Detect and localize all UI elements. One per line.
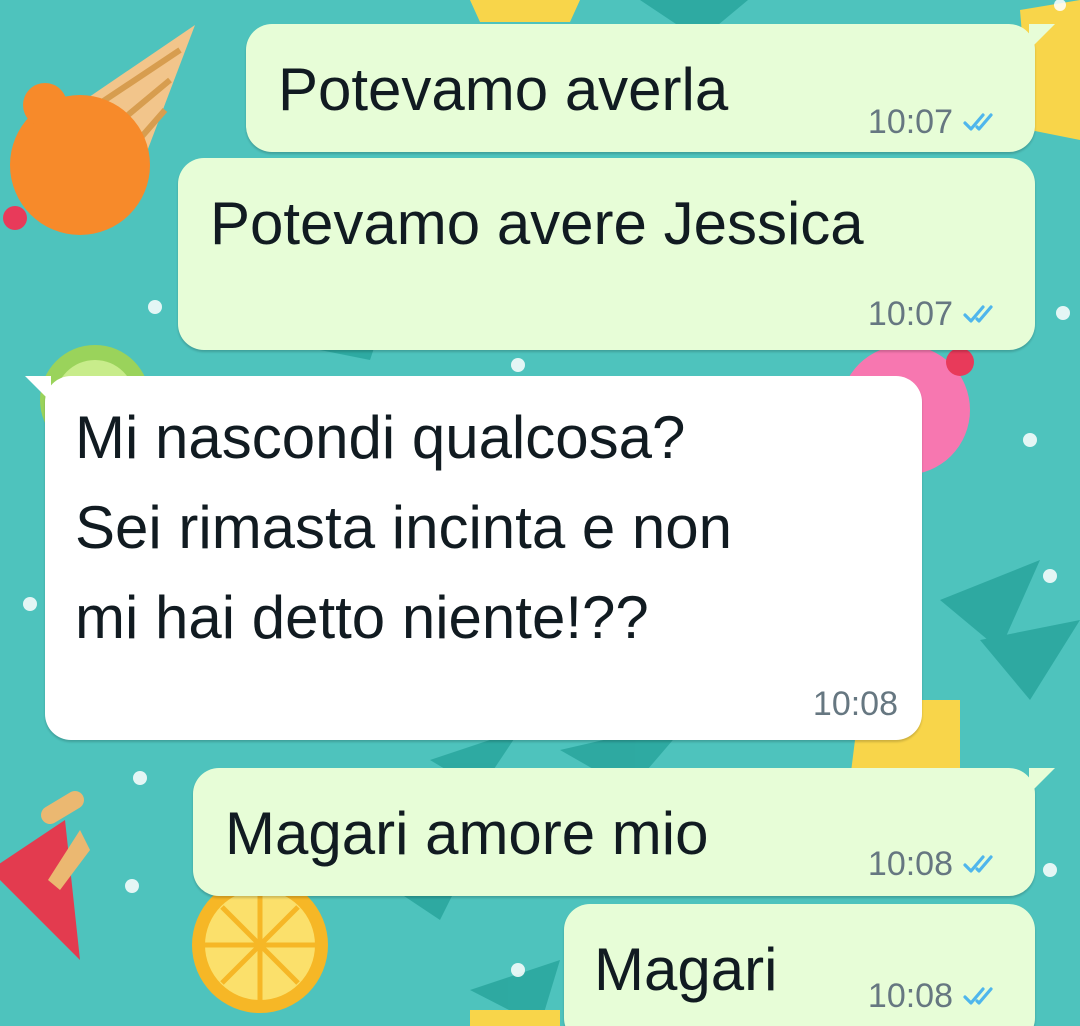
message-bubble-outgoing[interactable]: Potevamo avere Jessica 10:07	[178, 158, 1035, 350]
message-meta: 10:07	[868, 102, 1003, 142]
message-text: Magari amore mio	[225, 800, 709, 867]
message-text-line: Sei rimasta incinta e non	[75, 494, 733, 561]
double-check-icon	[963, 987, 993, 1005]
message-bubble-outgoing[interactable]: Potevamo averla 10:07	[246, 24, 1055, 152]
message-text-line: Mi nascondi qualcosa?	[75, 404, 686, 471]
message-meta: 10:08	[868, 844, 1003, 884]
double-check-icon	[963, 305, 993, 323]
message-bubble-incoming[interactable]: Mi nascondi qualcosa? Sei rimasta incint…	[25, 376, 922, 740]
message-time: 10:07	[867, 295, 953, 333]
message-bubble-outgoing[interactable]: Magari amore mio 10:08	[193, 768, 1055, 896]
message-text: Potevamo avere Jessica	[210, 190, 864, 257]
message-meta: 10:07	[868, 294, 1003, 334]
message-meta: 10:08	[868, 976, 1003, 1016]
message-time: 10:08	[867, 977, 953, 1015]
message-text: Magari	[594, 936, 778, 1003]
message-bubble-outgoing[interactable]: Magari 10:08	[564, 904, 1035, 1026]
message-text: Potevamo averla	[278, 56, 729, 123]
message-time: 10:08	[812, 685, 898, 723]
double-check-icon	[963, 855, 993, 873]
message-meta: 10:08	[813, 684, 898, 724]
message-text-line: mi hai detto niente!??	[75, 584, 649, 651]
message-time: 10:07	[867, 103, 953, 141]
message-time: 10:08	[867, 845, 953, 883]
double-check-icon	[963, 113, 993, 131]
